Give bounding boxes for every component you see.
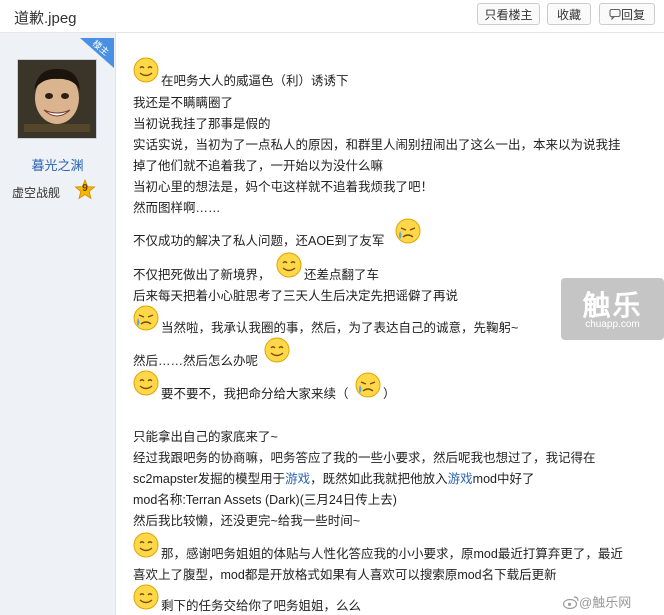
post-line: 要不要不，我把命分给大家来续（ — [161, 387, 349, 401]
weibo-icon — [562, 596, 579, 610]
smile-emoji-icon — [276, 252, 302, 278]
chuapp-watermark: 触乐 chuapp.com — [561, 278, 664, 340]
game-link[interactable]: 游戏 — [448, 472, 473, 486]
post-line: 当初心里的想法是，妈个屯这样就不追着我烦我了吧！ — [133, 180, 434, 194]
post-line: sc2mapster发掘的模型用于游戏，既然如此我就把他放入游戏mod中好了 — [133, 472, 535, 486]
post-line: 当然啦，我承认我圈的事，然后，为了表达自己的诚意，先鞠躬~ — [161, 321, 519, 335]
post-line: 然后我比较懒，还没更完~给我一些时间~ — [133, 514, 361, 528]
post-line: 喜欢上了腹型，mod都是开放格式如果有人喜欢可以搜索原mod名下载后更新 — [133, 568, 557, 582]
author-sidebar: 楼主 暮光之渊 虚空战舰 9 — [0, 33, 116, 615]
post-line: mod名称:Terran Assets (Dark)(三月24日传上去) — [133, 493, 397, 507]
post-line: 当初说我挂了那事是假的 — [133, 117, 271, 131]
post-line: 不仅成功的解决了私人问题，还AOE到了友军 — [133, 234, 385, 248]
author-name[interactable]: 暮光之渊 — [0, 155, 115, 174]
post-line: 然后……然后怎么办呢 — [133, 354, 259, 368]
avatar[interactable] — [17, 59, 97, 139]
reply-label: 回复 — [620, 8, 645, 22]
watermark-logo: 触乐 — [582, 290, 643, 321]
smile-emoji-icon — [133, 57, 159, 83]
reply-button[interactable]: 回复 — [599, 3, 655, 25]
title-bar: 道歉.jpeg 只看楼主 收藏 回复 — [0, 0, 664, 33]
post-line: 剩下的任务交给你了吧务姐姐，么么 — [161, 599, 362, 613]
op-badge: 楼主 — [80, 38, 114, 68]
reply-icon — [609, 8, 621, 21]
only-op-button[interactable]: 只看楼主 — [477, 3, 540, 25]
post-line: 掉了他们就不追着我了，一开始以为没什么嘛 — [133, 159, 384, 173]
crying-emoji-icon — [395, 218, 421, 244]
post-line: 后来每天把着小心脏思考了三天人生后决定先把谣僻了再说 — [133, 289, 459, 303]
post-line: 然而图样啊…… — [133, 201, 221, 215]
post-line: ） — [383, 387, 396, 401]
watermark-site: chuapp.com — [585, 319, 640, 330]
post-line: 那，感谢吧务姐姐的体贴与人性化答应我的小小要求，原mod最近打算弃更了，最近 — [161, 547, 623, 561]
game-link[interactable]: 游戏 — [285, 472, 310, 486]
crying-emoji-icon — [133, 305, 159, 331]
post-line: 在吧务大人的威逼色（利）诱诱下 — [161, 74, 349, 88]
star-level-icon: 9 — [74, 178, 96, 201]
post-line: 我还是不瞒瞒圈了 — [133, 96, 234, 110]
post-line: 实话实说，当初为了一点私人的原因，和群里人闹别扭闹出了这么一出，本来以为说我挂 — [133, 138, 621, 152]
level-number: 9 — [82, 183, 88, 194]
post-title: 道歉.jpeg — [14, 10, 77, 27]
smile-emoji-icon — [133, 370, 159, 396]
level-title: 虚空战舰 — [12, 186, 61, 200]
favorite-button[interactable]: 收藏 — [547, 3, 591, 25]
post-line: 还差点翻了车 — [304, 268, 380, 282]
smile-emoji-icon — [133, 584, 159, 610]
smile-emoji-icon — [264, 337, 290, 363]
smile-emoji-icon — [133, 532, 159, 558]
post-line: 只能拿出自己的家底来了~ — [133, 430, 278, 444]
post-line: 经过我跟吧务的协商嘛，吧务答应了我的一些小要求，然后呢我也想过了，我记得在 — [133, 451, 596, 465]
crying-emoji-icon — [355, 372, 381, 398]
post-line: 不仅把死做出了新境界， — [133, 268, 271, 282]
bottom-watermark: @触乐网 — [562, 592, 631, 611]
avatar-image — [18, 60, 96, 138]
